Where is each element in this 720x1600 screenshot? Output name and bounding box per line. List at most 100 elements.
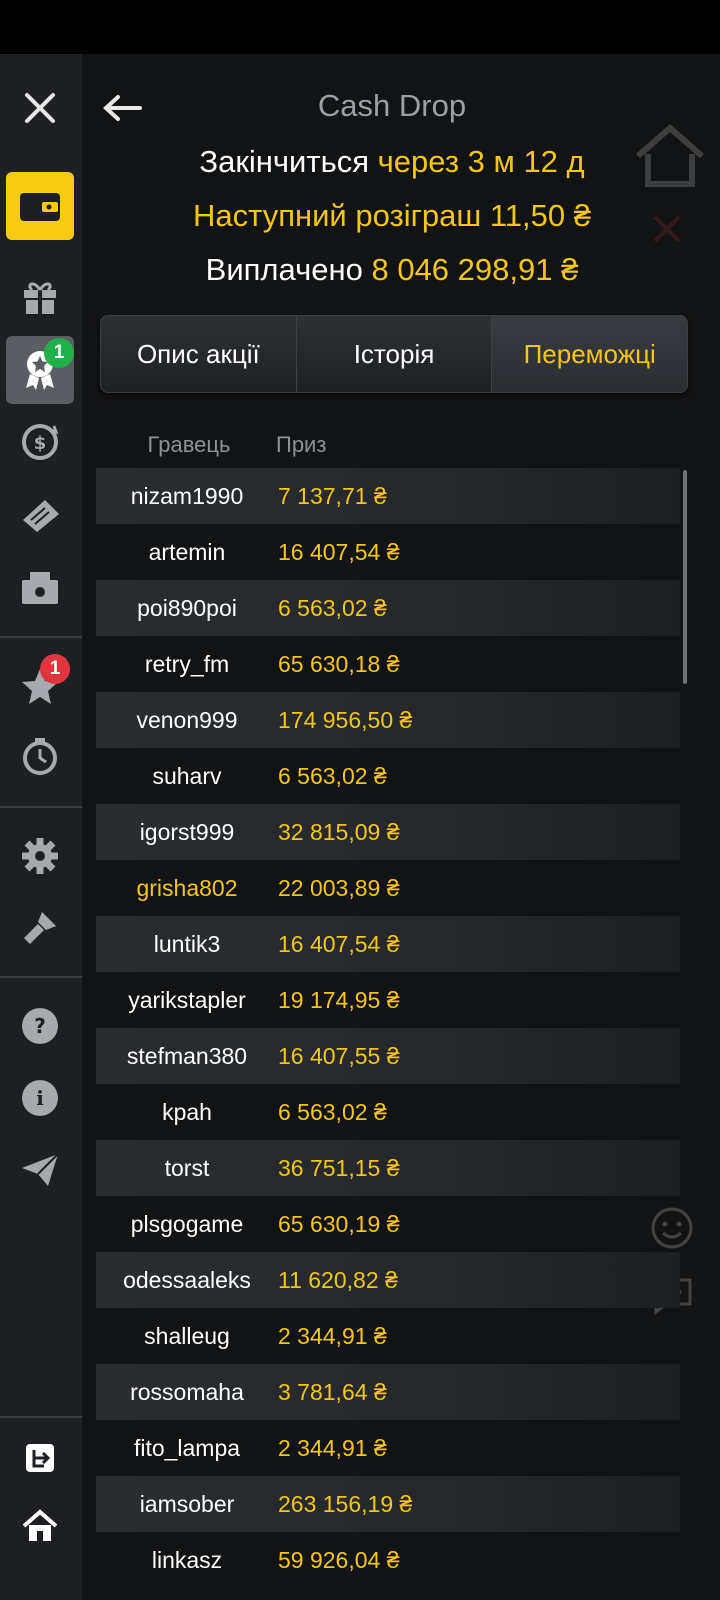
table-row[interactable]: shalleug 2 344,91 ₴ bbox=[96, 1308, 680, 1364]
player-name: fito_lampa bbox=[133, 1434, 241, 1461]
prize-amount: 16 407,55 ₴ bbox=[278, 1042, 400, 1069]
table-row[interactable]: odessaaleks 11 620,82 ₴ bbox=[96, 1252, 680, 1308]
prize-amount: 2 344,91 ₴ bbox=[278, 1434, 387, 1461]
cashback-icon: $ bbox=[22, 424, 59, 460]
player-name: nizam1990 bbox=[130, 482, 244, 509]
table-row[interactable]: iamsober 263 156,19 ₴ bbox=[96, 1476, 680, 1532]
winners-list[interactable]: nizam1990 7 137,71 ₴ artemin 16 407,54 ₴ poi… bbox=[96, 468, 680, 1588]
sidebar-item-gifts[interactable] bbox=[6, 262, 74, 330]
table-row[interactable]: stefman380 16 407,55 ₴ bbox=[96, 1028, 680, 1084]
column-header-prize: Приз bbox=[276, 432, 327, 457]
prize-amount: 36 751,15 ₴ bbox=[278, 1154, 400, 1181]
table-row[interactable]: fito_lampa 2 344,91 ₴ bbox=[96, 1420, 680, 1476]
sidebar-item-logout[interactable] bbox=[6, 1424, 74, 1492]
player-name: artemin bbox=[148, 538, 226, 565]
sidebar-item-help[interactable]: ? bbox=[6, 992, 74, 1060]
prize-amount: 6 563,02 ₴ bbox=[278, 594, 387, 621]
close-icon bbox=[25, 93, 55, 123]
sidebar-item-home[interactable] bbox=[6, 1492, 74, 1560]
table-row[interactable]: poi890poi 6 563,02 ₴ bbox=[96, 580, 680, 636]
table-row[interactable]: kpah 6 563,02 ₴ bbox=[96, 1084, 680, 1140]
table-row[interactable]: rossomaha 3 781,64 ₴ bbox=[96, 1364, 680, 1420]
settings-icon bbox=[22, 838, 58, 874]
tab-history[interactable]: Історія bbox=[297, 316, 493, 392]
svg-text:?: ? bbox=[34, 1014, 46, 1038]
prize-amount: 19 174,95 ₴ bbox=[278, 986, 400, 1013]
help-icon: ? bbox=[22, 1008, 58, 1044]
sidebar-item-cashier[interactable] bbox=[6, 554, 74, 622]
table-row[interactable]: retry_fm 65 630,18 ₴ bbox=[96, 636, 680, 692]
sidebar-item-info[interactable]: i bbox=[6, 1064, 74, 1132]
player-name: linkasz bbox=[151, 1546, 223, 1573]
sidebar-item-customize[interactable] bbox=[6, 894, 74, 962]
prize-amount: 32 815,09 ₴ bbox=[278, 818, 400, 845]
home-icon bbox=[22, 1509, 58, 1541]
table-row[interactable]: grisha802 22 003,89 ₴ bbox=[96, 860, 680, 916]
sidebar-item-wallet[interactable] bbox=[6, 172, 74, 240]
sidebar-divider bbox=[0, 976, 82, 978]
wallet-icon bbox=[20, 193, 60, 221]
sidebar: 1 $ 1 ? i bbox=[0, 54, 82, 1600]
column-header-player: Гравець bbox=[147, 432, 231, 457]
sidebar-item-cashback[interactable]: $ bbox=[6, 408, 74, 476]
prize-amount: 11 620,82 ₴ bbox=[278, 1266, 398, 1293]
table-header: Гравець Приз bbox=[82, 432, 682, 462]
sidebar-item-history[interactable] bbox=[6, 722, 74, 790]
table-row[interactable]: venon999 174 956,50 ₴ bbox=[96, 692, 680, 748]
main-panel: Cash Drop Закінчиться через 3 м 12 д Нас… bbox=[82, 54, 720, 1600]
brush-icon bbox=[24, 912, 56, 944]
prize-amount: 7 137,71 ₴ bbox=[278, 482, 387, 509]
scrollbar[interactable] bbox=[683, 470, 687, 684]
logout-icon bbox=[26, 1444, 54, 1472]
table-row[interactable]: igorst999 32 815,09 ₴ bbox=[96, 804, 680, 860]
table-row[interactable]: linkasz 59 926,04 ₴ bbox=[96, 1532, 680, 1588]
timer-icon bbox=[23, 738, 57, 775]
tab-bar: Опис акції Історія Переможці bbox=[100, 315, 688, 393]
table-row[interactable]: suharv 6 563,02 ₴ bbox=[96, 748, 680, 804]
prize-amount: 16 407,54 ₴ bbox=[278, 538, 400, 565]
player-name: grisha802 bbox=[136, 874, 238, 901]
player-name: odessaaleks bbox=[123, 1266, 251, 1293]
table-row[interactable]: torst 36 751,15 ₴ bbox=[96, 1140, 680, 1196]
player-name: shalleug bbox=[144, 1322, 230, 1349]
sidebar-item-telegram[interactable] bbox=[6, 1136, 74, 1204]
table-row[interactable]: nizam1990 7 137,71 ₴ bbox=[96, 468, 680, 524]
send-icon bbox=[22, 1153, 59, 1186]
gift-icon bbox=[24, 282, 56, 314]
player-name: luntik3 bbox=[153, 930, 221, 957]
table-row[interactable]: luntik3 16 407,54 ₴ bbox=[96, 916, 680, 972]
player-name: torst bbox=[164, 1154, 210, 1181]
prize-amount: 59 926,04 ₴ bbox=[278, 1546, 400, 1573]
table-row[interactable]: artemin 16 407,54 ₴ bbox=[96, 524, 680, 580]
next-draw-line: Наступний розіграш 11,50 ₴ bbox=[193, 198, 591, 233]
player-name: retry_fm bbox=[144, 650, 230, 677]
prize-amount: 263 156,19 ₴ bbox=[278, 1490, 413, 1517]
sidebar-divider bbox=[0, 1416, 82, 1418]
promo-end-label: Закінчиться bbox=[199, 144, 370, 179]
player-name: venon999 bbox=[136, 706, 238, 733]
promo-end-line: Закінчиться через 3 м 12 д bbox=[82, 144, 702, 180]
prize-amount: 65 630,18 ₴ bbox=[278, 650, 400, 677]
player-name: stefman380 bbox=[126, 1042, 248, 1069]
prize-amount: 6 563,02 ₴ bbox=[278, 762, 387, 789]
sidebar-divider bbox=[0, 636, 82, 638]
sidebar-item-tickets[interactable] bbox=[6, 482, 74, 550]
rewards-badge: 1 bbox=[44, 338, 74, 368]
status-bar bbox=[0, 0, 720, 54]
table-row[interactable]: plsgogame 65 630,19 ₴ bbox=[96, 1196, 680, 1252]
paid-out-line: Виплачено 8 046 298,91 ₴ bbox=[82, 252, 702, 288]
table-row[interactable]: yarikstapler 19 174,95 ₴ bbox=[96, 972, 680, 1028]
sidebar-item-settings[interactable] bbox=[6, 822, 74, 890]
close-button[interactable] bbox=[6, 74, 74, 142]
prize-amount: 6 563,02 ₴ bbox=[278, 1098, 387, 1125]
paid-out-value: 8 046 298,91 ₴ bbox=[371, 252, 579, 287]
sidebar-item-rewards[interactable]: 1 bbox=[6, 336, 74, 404]
sidebar-item-favorites[interactable]: 1 bbox=[6, 652, 74, 720]
promo-end-value: через 3 м 12 д bbox=[377, 144, 585, 179]
tab-description[interactable]: Опис акції bbox=[101, 316, 297, 392]
ticket-icon bbox=[23, 500, 59, 532]
tab-winners[interactable]: Переможці bbox=[492, 316, 687, 392]
player-name: iamsober bbox=[139, 1490, 235, 1517]
prize-amount: 22 003,89 ₴ bbox=[278, 874, 400, 901]
player-name: yarikstapler bbox=[128, 986, 246, 1013]
